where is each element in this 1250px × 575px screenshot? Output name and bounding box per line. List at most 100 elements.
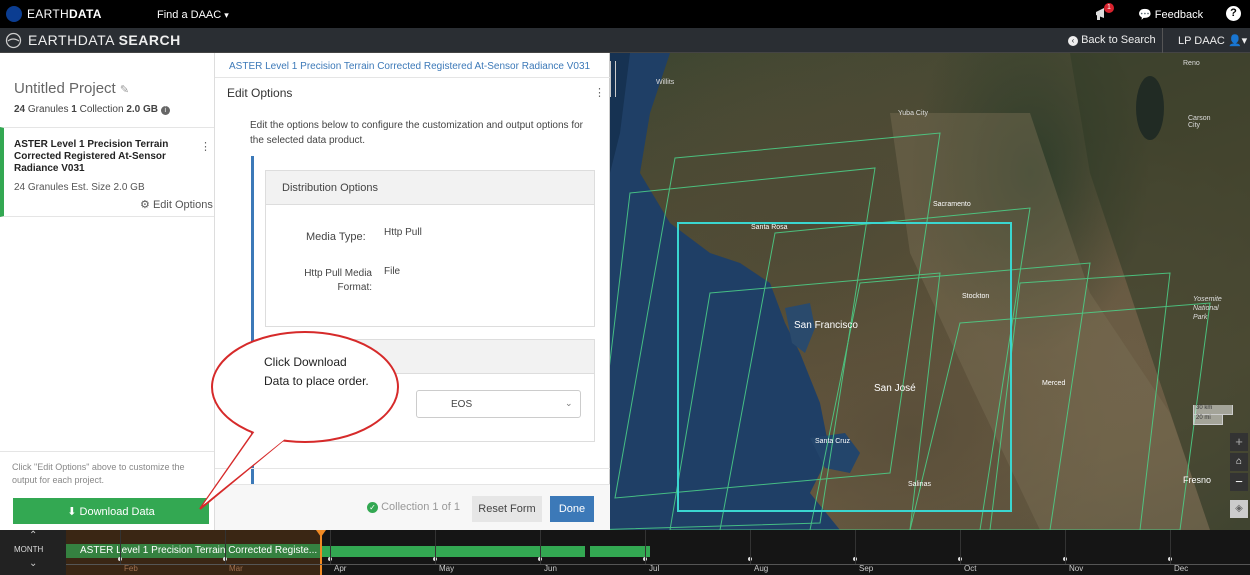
app-title-plain: EARTHDATA <box>28 32 119 48</box>
collection-card[interactable]: ASTER Level 1 Precision Terrain Correcte… <box>0 127 214 217</box>
timeline-month-label: Feb <box>124 564 138 573</box>
done-button[interactable]: Done <box>550 496 594 522</box>
reset-form-button[interactable]: Reset Form <box>472 496 542 522</box>
map-label-san-jose: San José <box>874 383 916 394</box>
download-data-button[interactable]: ⬇ Download Data <box>13 498 209 524</box>
map-label-sacramento: Sacramento <box>933 201 971 208</box>
timeline-gridline <box>225 530 226 564</box>
timeline-month-label: Dec <box>1174 564 1189 573</box>
project-panel: Untitled Project ✎ 24 Granules 1 Collect… <box>0 53 215 530</box>
distribution-options-header: Distribution Options <box>266 171 594 205</box>
timeline-month-label: Jul <box>649 564 660 573</box>
map-label-salinas: Salinas <box>908 481 931 488</box>
timeline-gridline <box>435 530 436 564</box>
collection-status: ✓ Collection 1 of 1 <box>367 501 460 513</box>
accordion-indicator <box>251 156 254 490</box>
project-size: 2.0 GB <box>126 104 158 115</box>
timeline-month-label: Nov <box>1069 564 1084 573</box>
map-label-yuba-city: Yuba City <box>898 110 928 117</box>
zoom-in-button[interactable]: + <box>1230 433 1248 451</box>
map-label-carson-city: Carson City <box>1188 115 1211 129</box>
timeline-month-label: Sep <box>859 564 874 573</box>
timeline-months: Feb Mar Apr May Jun Jul Aug Sep Oct Nov Dec <box>0 530 1250 575</box>
app-title[interactable]: EARTHDATA SEARCH <box>28 32 181 48</box>
output-format-select[interactable]: EOS ⌄ <box>416 390 581 418</box>
edit-pencil-icon[interactable]: ✎ <box>120 84 129 96</box>
download-data-label: Download Data <box>79 505 155 518</box>
scale-bar-km: 30 km <box>1193 405 1233 415</box>
earthdata-brand[interactable]: EARTHDATA <box>27 7 102 21</box>
feedback-link[interactable]: 💬 Feedback <box>1138 8 1203 21</box>
granule-footprints <box>610 132 1211 530</box>
timeline-month-label: May <box>439 564 455 573</box>
timeline-gridline <box>750 530 751 564</box>
map-label-santa-cruz: Santa Cruz <box>815 438 851 445</box>
timeline-gridline <box>1170 530 1171 564</box>
more-vertical-icon[interactable]: ⋮ <box>594 86 605 99</box>
map-label-stockton: Stockton <box>962 293 990 300</box>
chat-bubble-icon: 💬 <box>1138 9 1152 21</box>
find-daac-menu[interactable]: Find a DAAC ▾ <box>157 9 229 21</box>
app-header: EARTHDATA SEARCH ‹ Back to Search LP DAA… <box>0 28 1250 53</box>
timeline-month-label: Aug <box>754 564 769 573</box>
timeline[interactable]: ⌃ MONTH ⌄ ASTER Level 1 Precision Terrai… <box>0 530 1250 575</box>
notifications-button[interactable]: 1 <box>1094 3 1114 24</box>
find-daac-label: Find a DAAC <box>157 9 222 21</box>
scale-bar-mi: 20 mi <box>1193 415 1223 425</box>
panel-resize-handle[interactable] <box>610 61 616 97</box>
zoom-out-button[interactable]: − <box>1230 473 1248 491</box>
more-vertical-icon[interactable]: ⋮ <box>200 140 211 153</box>
map-label-san-francisco: San Francisco <box>794 320 858 331</box>
caret-down-icon: ▾ <box>224 10 229 20</box>
brand-bold: DATA <box>68 7 102 21</box>
check-circle-icon: ✓ <box>367 502 378 513</box>
user-menu[interactable]: LP DAAC 👤▾ <box>1178 34 1247 47</box>
edit-options-header: Edit Options <box>227 86 293 100</box>
layers-icon[interactable]: ◈ <box>1230 500 1248 518</box>
earth-icon <box>5 32 22 49</box>
download-icon: ⬇ <box>67 505 77 518</box>
timeline-gridline <box>645 530 646 564</box>
timeline-month-label: Jun <box>544 564 557 573</box>
format-label-line1: Http Pull Media <box>304 268 372 279</box>
map-label-willits: Willits <box>656 79 675 86</box>
nasa-logo-icon <box>6 6 22 22</box>
collections-count: 1 <box>71 104 77 115</box>
timeline-gridline <box>855 530 856 564</box>
top-nav-bar: EARTHDATA Find a DAAC ▾ 1 💬 Feedback ? <box>0 0 1250 28</box>
chevron-down-icon: ⌄ <box>565 398 573 408</box>
collection-title[interactable]: ASTER Level 1 Precision Terrain Correcte… <box>14 139 184 175</box>
divider <box>1162 28 1163 53</box>
arrow-left-icon: ‹ <box>1068 36 1078 46</box>
help-icon[interactable]: ? <box>1226 6 1241 21</box>
feedback-label: Feedback <box>1154 9 1204 21</box>
back-to-search-link[interactable]: ‹ Back to Search <box>1068 34 1156 46</box>
edit-options-description: Edit the options below to configure the … <box>250 120 583 146</box>
format-label-line2: Format: <box>337 282 372 293</box>
edit-options-link[interactable]: ⚙ Edit Options <box>140 198 213 211</box>
divider <box>215 468 610 469</box>
timeline-gridline <box>1065 530 1066 564</box>
map-label-fresno: Fresno <box>1183 475 1212 485</box>
timeline-gridline <box>330 530 331 564</box>
customize-hint: Click "Edit Options" above to customize … <box>12 462 185 485</box>
user-icon: 👤▾ <box>1227 35 1248 47</box>
edit-options-panel: ASTER Level 1 Precision Terrain Correcte… <box>215 53 616 530</box>
divider <box>0 451 214 452</box>
callout-text: Click Download Data to place order. <box>264 355 369 388</box>
collection-stats: 24 Granules Est. Size 2.0 GB <box>14 182 145 193</box>
info-icon[interactable]: i <box>160 106 170 115</box>
edit-options-footer: ✓ Collection 1 of 1 Reset Form Done <box>215 484 610 530</box>
project-title-text: Untitled Project <box>14 80 116 97</box>
output-format-value: EOS <box>451 399 473 410</box>
timeline-gridline <box>960 530 961 564</box>
breadcrumb[interactable]: ASTER Level 1 Precision Terrain Correcte… <box>229 61 604 72</box>
map-view[interactable]: Willits Yuba City Reno Carson City Santa… <box>610 53 1250 530</box>
project-title[interactable]: Untitled Project ✎ <box>14 80 129 97</box>
user-name: LP DAAC <box>1178 35 1225 47</box>
edit-options-label: Edit Options <box>152 199 213 211</box>
granules-count: 24 <box>14 104 26 115</box>
timeline-month-label: Mar <box>229 564 243 573</box>
format-value: File <box>384 266 401 277</box>
home-icon[interactable]: ⌂ <box>1230 453 1248 471</box>
